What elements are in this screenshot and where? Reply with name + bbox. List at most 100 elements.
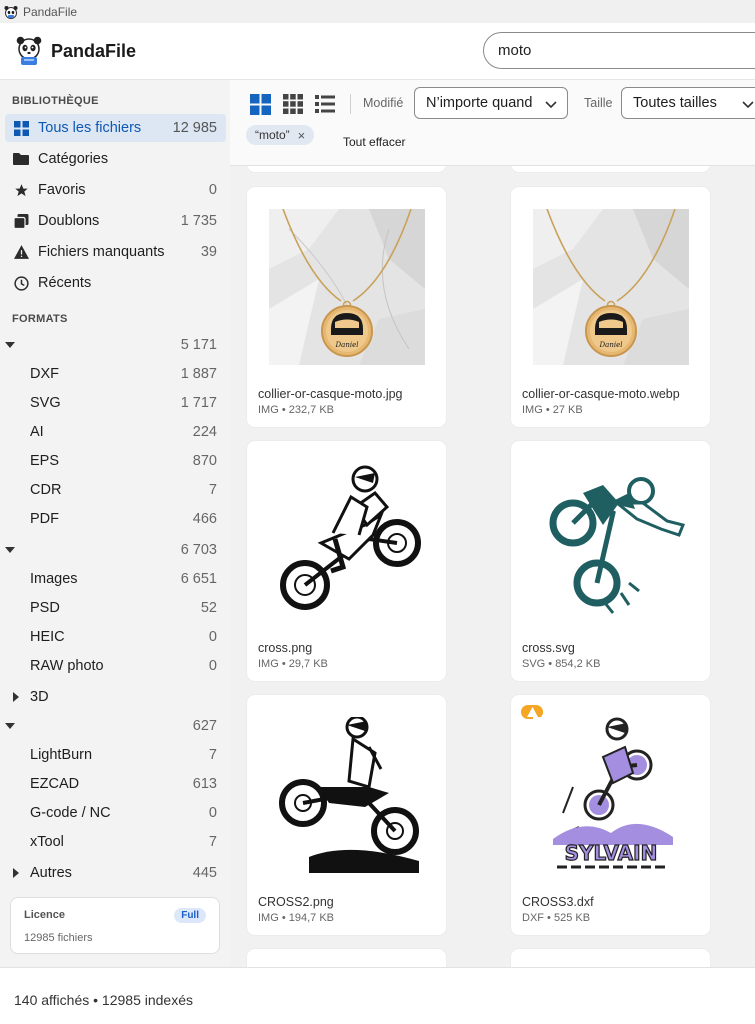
format-count: 5 171 [180, 337, 217, 353]
format-group-others[interactable]: Autres 445 [0, 860, 230, 886]
file-card-partial[interactable] [511, 949, 710, 967]
format-item-dxf[interactable]: DXF 1 887 [0, 361, 230, 387]
file-thumbnail-necklace: Daniel [533, 209, 689, 365]
view-large-grid-button[interactable] [249, 93, 271, 115]
format-item-heic[interactable]: HEIC 0 [0, 624, 230, 650]
format-item-xtool[interactable]: xTool 7 [0, 829, 230, 855]
format-count: 1 717 [180, 395, 217, 411]
format-label: SVG [30, 395, 61, 411]
format-count: 52 [200, 600, 217, 616]
expand-caret-icon [13, 692, 19, 702]
file-card[interactable]: SYLVAIN CROSS3.dxf DXF • 525 KB [511, 695, 710, 935]
format-count: 466 [192, 511, 217, 527]
file-thumbnail-motocross-teal [533, 463, 689, 619]
format-item-lightburn[interactable]: LightBurn 7 [0, 742, 230, 768]
sidebar-item-missing-files[interactable]: Fichiers manquants 39 [5, 238, 226, 266]
window-title: PandaFile [23, 4, 78, 19]
file-meta: IMG • 29,7 KB [258, 658, 328, 670]
format-group-laser[interactable]: 627 [0, 713, 230, 739]
format-item-psd[interactable]: PSD 52 [0, 595, 230, 621]
format-group-images[interactable]: 6 703 [0, 537, 230, 563]
format-label: PSD [30, 600, 60, 616]
file-meta: DXF • 525 KB [522, 912, 591, 924]
sidebar-item-all-files[interactable]: Tous les fichiers 12 985 [5, 114, 226, 142]
collapse-caret-icon [5, 342, 15, 348]
licence-card: Licence Full 12985 fichiers [10, 897, 220, 954]
sidebar-item-duplicates[interactable]: Doublons 1 735 [5, 207, 226, 235]
view-small-grid-button[interactable] [282, 93, 304, 115]
format-label: EPS [30, 453, 60, 469]
sidebar-item-count: 12 985 [172, 120, 217, 136]
sidebar-item-count: 39 [200, 244, 217, 260]
format-label: LightBurn [30, 747, 93, 763]
folder-icon [13, 151, 29, 167]
file-meta: IMG • 232,7 KB [258, 404, 334, 416]
format-count: 627 [192, 718, 217, 734]
format-item-svg[interactable]: SVG 1 717 [0, 390, 230, 416]
sidebar-item-favorites[interactable]: Favoris 0 [5, 176, 226, 204]
star-icon [13, 182, 29, 198]
file-card[interactable]: CROSS2.png IMG • 194,7 KB [247, 695, 446, 935]
chevron-down-icon [742, 101, 754, 109]
format-item-cdr[interactable]: CDR 7 [0, 477, 230, 503]
format-item-gcode[interactable]: G-code / NC 0 [0, 800, 230, 826]
file-thumbnail-motocross [269, 717, 425, 873]
warning-icon [13, 244, 29, 260]
sidebar-item-count: 1 735 [180, 213, 217, 229]
sidebar-item-label: Fichiers manquants [38, 244, 165, 260]
clear-all-link[interactable]: Tout effacer [343, 135, 405, 149]
file-name: CROSS3.dxf [522, 895, 594, 909]
panda-app-icon [4, 5, 18, 19]
library-section-title: BIBLIOTHÈQUE [12, 95, 99, 107]
sidebar-item-recent[interactable]: Récents [5, 269, 226, 297]
format-item-eps[interactable]: EPS 870 [0, 448, 230, 474]
search-input[interactable] [498, 42, 738, 59]
format-group-3d[interactable]: 3D [0, 684, 230, 710]
format-label: Images [30, 571, 78, 587]
format-count: 0 [208, 629, 217, 645]
search-box[interactable] [483, 32, 755, 69]
file-thumbnail-motocross-purple: SYLVAIN [533, 717, 689, 873]
format-group-label: 3D [30, 689, 49, 705]
sidebar-item-categories[interactable]: Catégories [5, 145, 226, 173]
collapse-caret-icon [5, 723, 15, 729]
sidebar-item-count: 0 [208, 182, 217, 198]
file-name: cross.png [258, 641, 313, 655]
file-name: CROSS2.png [258, 895, 334, 909]
brand-name: PandaFile [51, 40, 137, 61]
size-dropdown[interactable]: Toutes tailles [621, 87, 755, 119]
format-item-ai[interactable]: AI 224 [0, 419, 230, 445]
format-item-raw-photo[interactable]: RAW photo 0 [0, 653, 230, 679]
file-card-partial[interactable] [511, 166, 710, 172]
file-card[interactable]: cross.png IMG • 29,7 KB [247, 441, 446, 681]
view-list-button[interactable] [314, 93, 336, 115]
size-value: Toutes tailles [633, 95, 717, 111]
format-label: HEIC [30, 629, 65, 645]
format-group-vector[interactable]: 5 171 [0, 332, 230, 358]
collapse-caret-icon [5, 547, 15, 553]
format-count: 6 651 [180, 571, 217, 587]
modified-dropdown[interactable]: N’importe quand [414, 87, 568, 119]
file-meta: IMG • 194,7 KB [258, 912, 334, 924]
format-item-ezcad[interactable]: EZCAD 613 [0, 771, 230, 797]
format-label: RAW photo [30, 658, 104, 674]
sidebar-item-label: Récents [38, 275, 92, 291]
grid-icon [13, 120, 29, 136]
search-filter-chip[interactable]: “moto” × [246, 125, 315, 145]
file-card[interactable]: Daniel collier-or-casque-moto.jpg IMG • … [247, 187, 446, 427]
chip-close-icon[interactable]: × [298, 128, 306, 143]
format-count: 613 [192, 776, 217, 792]
format-item-pdf[interactable]: PDF 466 [0, 506, 230, 532]
sidebar: BIBLIOTHÈQUE Tous les fichiers 12 985 Ca… [0, 80, 230, 967]
format-count: 7 [208, 834, 217, 850]
file-card[interactable]: cross.svg SVG • 854,2 KB [511, 441, 710, 681]
file-card-partial[interactable] [247, 949, 446, 967]
format-label: AI [30, 424, 44, 440]
file-card-partial[interactable] [247, 166, 446, 172]
file-card[interactable]: Daniel collier-or-casque-moto.webp IMG •… [511, 187, 710, 427]
file-name: collier-or-casque-moto.jpg [258, 387, 403, 401]
format-item-images[interactable]: Images 6 651 [0, 566, 230, 592]
svg-text:Daniel: Daniel [335, 341, 359, 349]
format-label: EZCAD [30, 776, 80, 792]
file-thumbnail-motocross [269, 463, 425, 619]
